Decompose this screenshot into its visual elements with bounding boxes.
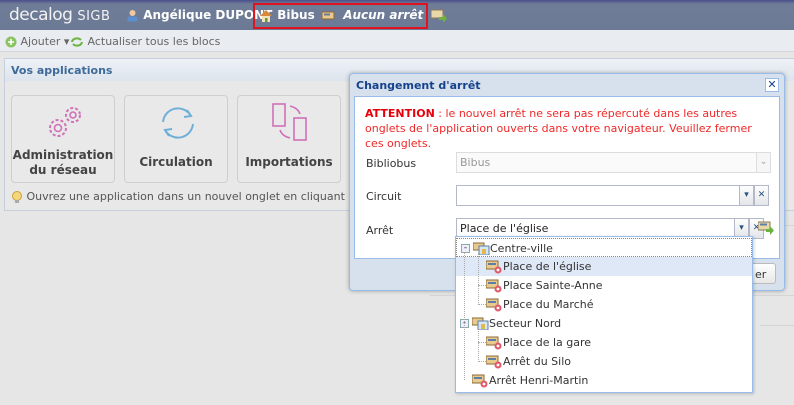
arret-name: Aucun arrêt <box>343 8 424 22</box>
tree-item-label: Arrêt du Silo <box>503 355 571 368</box>
tree-item[interactable]: Place de la gare <box>456 333 752 352</box>
tile-label: Circulation <box>139 155 213 169</box>
close-icon: ✕ <box>767 78 777 91</box>
warning-strong: ATTENTION <box>365 107 435 120</box>
tile-importations[interactable]: Importations <box>237 95 341 183</box>
bibliobus-label: Bibliobus <box>366 157 417 170</box>
dialog-body: ATTENTION : le nouvel arrêt ne sera pas … <box>354 96 780 259</box>
circuit-clear-button[interactable]: ✕ <box>754 185 769 206</box>
plus-circle-icon <box>5 36 17 48</box>
tree-group-label: Secteur Nord <box>489 317 562 330</box>
logo-suffix: SIGB <box>77 9 111 24</box>
dialog-title: Changement d'arrêt <box>356 79 481 92</box>
tile-label: Importations <box>245 155 333 169</box>
sync-icon <box>162 107 194 139</box>
bibliobus-dropdown-icon: ⌄ <box>756 152 771 173</box>
tree-item[interactable]: Place du Marché <box>456 295 752 314</box>
gears-icon <box>49 107 81 137</box>
add-button[interactable]: Ajouter ▾ <box>5 35 69 48</box>
tree-group[interactable]: - Secteur Nord <box>456 314 752 333</box>
validate-label: er <box>755 268 767 281</box>
add-label: Ajouter <box>20 35 61 48</box>
tree-connector <box>464 252 465 380</box>
tree-group[interactable]: - Centre-ville <box>456 238 752 257</box>
bus-stop-icon <box>471 374 489 394</box>
arret-dropdown-list: - Centre-ville Place de l'église Place Sain… <box>455 236 753 393</box>
lightbulb-icon <box>12 191 22 203</box>
divider <box>760 325 794 326</box>
bus-stop-icon <box>322 11 335 20</box>
refresh-all-button[interactable]: Actualiser tous les blocs <box>70 35 220 48</box>
tree-item-label: Arrêt Henri-Martin <box>489 374 589 387</box>
warning-message: ATTENTION : le nouvel arrêt ne sera pas … <box>365 106 765 151</box>
toolbar: Ajouter ▾ Actualiser tous les blocs <box>0 30 794 52</box>
tree-item[interactable]: Arrêt du Silo <box>456 352 752 371</box>
logo-text: decalog <box>9 5 73 25</box>
user-icon <box>127 10 138 22</box>
circuit-dropdown-button[interactable]: ▾ <box>739 185 754 206</box>
change-stop-icon[interactable] <box>431 9 448 22</box>
tree-item[interactable]: Place de l'église <box>456 257 752 276</box>
user-menu[interactable]: Angélique DUPONT <box>126 8 272 22</box>
home-icon <box>260 10 272 22</box>
close-button[interactable]: ✕ <box>765 78 779 92</box>
tree-item-label: Place de la gare <box>503 336 592 349</box>
circuit-label: Circuit <box>366 190 402 203</box>
tree-item-label: Place du Marché <box>503 298 594 311</box>
tree-item[interactable]: Place Sainte-Anne <box>456 276 752 295</box>
tree-item-label: Place Sainte-Anne <box>503 279 603 292</box>
tile-label-line2: du réseau <box>29 163 97 177</box>
arret-label: Arrêt <box>366 224 394 237</box>
collapse-icon[interactable]: - <box>461 244 470 253</box>
tree-connector <box>478 329 479 362</box>
logo[interactable]: decalog SIGB <box>9 5 110 25</box>
refresh-label: Actualiser tous les blocs <box>87 35 221 48</box>
circuit-field[interactable] <box>456 185 740 206</box>
top-header: decalog SIGB Angélique DUPONT Bibus Aucu… <box>0 0 794 30</box>
arret-link[interactable]: Aucun arrêt <box>322 8 448 22</box>
apply-stop-icon[interactable] <box>758 221 774 235</box>
transfer-icon <box>272 103 307 141</box>
tile-label-line1: Administration <box>12 148 114 162</box>
bibliobus-link[interactable]: Bibus <box>259 8 315 22</box>
tree-item[interactable]: Arrêt Henri-Martin <box>456 371 752 390</box>
tree-group-label: Centre-ville <box>490 242 553 255</box>
tile-circulation[interactable]: Circulation <box>124 95 228 183</box>
refresh-icon <box>71 37 83 47</box>
bibliobus-name: Bibus <box>277 8 315 22</box>
tile-administration[interactable]: Administration du réseau <box>11 95 115 183</box>
tree-item-label: Place de l'église <box>503 260 592 273</box>
bibliobus-field: Bibus <box>456 152 757 173</box>
tree-connector <box>478 253 479 305</box>
